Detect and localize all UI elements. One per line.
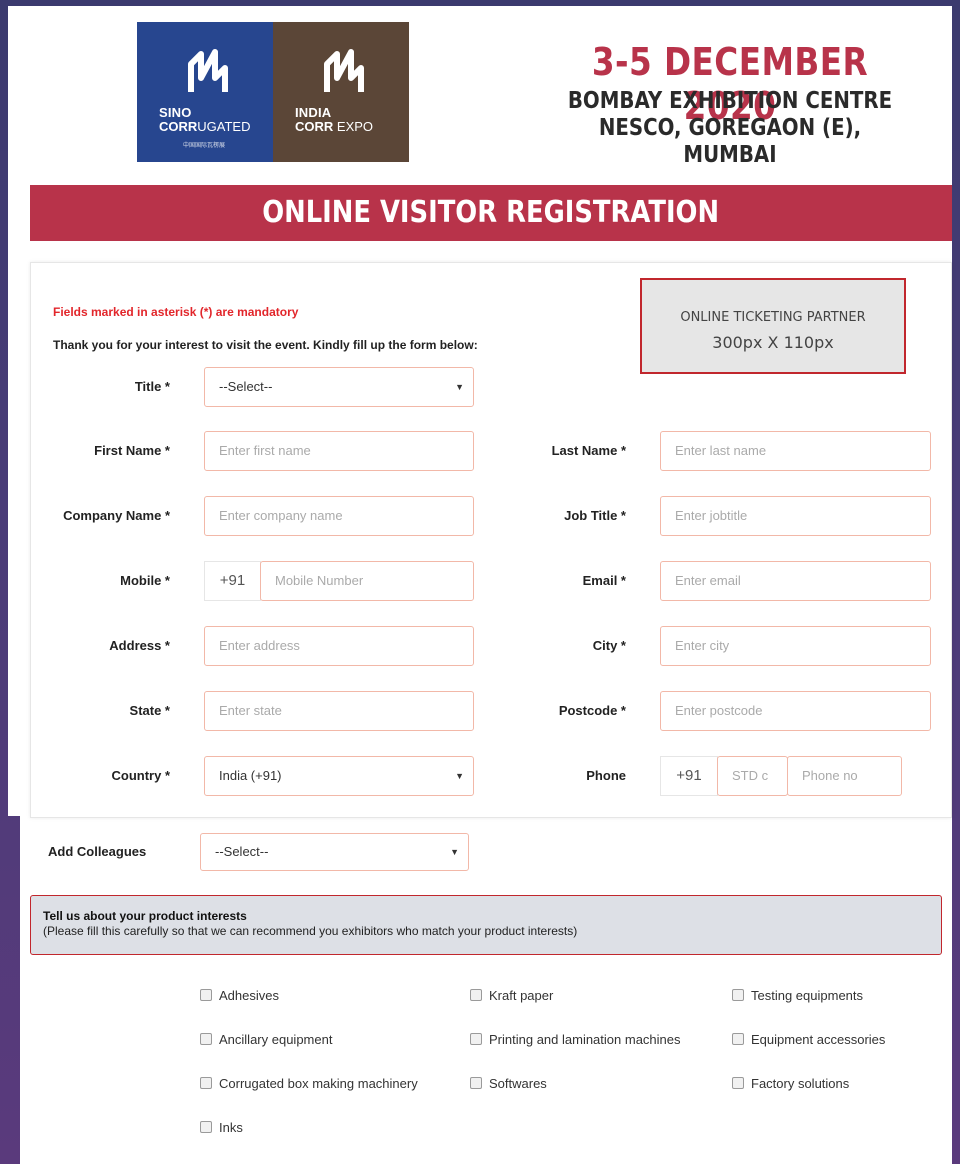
interests-title: Tell us about your product interests bbox=[43, 909, 247, 923]
india-logo-mark-icon bbox=[324, 49, 364, 92]
interest-checkbox-ancillary-equipment[interactable]: Ancillary equipment bbox=[200, 1031, 332, 1049]
india-corr-expo-logo: INDIA CORR EXPO bbox=[273, 22, 409, 162]
add-colleagues-label: Add Colleagues bbox=[48, 844, 147, 859]
checkbox-box[interactable] bbox=[200, 1121, 212, 1133]
checkbox-box[interactable] bbox=[732, 1077, 744, 1089]
partner-size: 300px X 110px bbox=[712, 333, 834, 352]
venue-line-1: BOMBAY EXHIBITION CENTRE bbox=[567, 88, 893, 114]
checkbox-box[interactable] bbox=[470, 1077, 482, 1089]
product-interests-header: Tell us about your product interests (Pl… bbox=[30, 895, 942, 955]
country-select[interactable]: India (+91) bbox=[204, 756, 474, 796]
title-select[interactable]: --Select-- bbox=[204, 367, 474, 407]
sino-corrugated-logo: SINO CORRUGATED 中国国际瓦楞展 bbox=[137, 22, 273, 162]
state-label: State * bbox=[129, 703, 170, 718]
job-title-label: Job Title * bbox=[564, 508, 626, 523]
phone-number-input[interactable]: Phone no bbox=[787, 756, 902, 796]
city-label: City * bbox=[592, 638, 626, 653]
checkbox-box[interactable] bbox=[732, 989, 744, 1001]
city-input[interactable]: Enter city bbox=[660, 626, 931, 666]
phone-label: Phone bbox=[586, 768, 626, 783]
phone-country-code: +91 bbox=[660, 756, 718, 796]
address-label: Address * bbox=[109, 638, 170, 653]
interest-checkbox-adhesives[interactable]: Adhesives bbox=[200, 987, 279, 1005]
postcode-label: Postcode * bbox=[558, 703, 626, 718]
logo-india-line2: CORR EXPO bbox=[295, 119, 374, 134]
last-name-label: Last Name * bbox=[551, 443, 626, 458]
partner-title: ONLINE TICKETING PARTNER bbox=[680, 310, 866, 325]
email-input[interactable]: Enter email bbox=[660, 561, 931, 601]
event-venue: BOMBAY EXHIBITION CENTRE NESCO, GOREGAON… bbox=[549, 88, 910, 169]
checkbox-box[interactable] bbox=[200, 1033, 212, 1045]
mobile-country-code: +91 bbox=[204, 561, 261, 601]
sino-logo-mark-icon bbox=[188, 49, 228, 92]
checkbox-box[interactable] bbox=[470, 1033, 482, 1045]
interest-checkbox-equipment-accessories[interactable]: Equipment accessories bbox=[732, 1031, 885, 1049]
company-name-input[interactable]: Enter company name bbox=[204, 496, 474, 536]
mobile-label: Mobile * bbox=[120, 573, 170, 588]
mobile-input[interactable]: Mobile Number bbox=[260, 561, 474, 601]
mandatory-note: Fields marked in asterisk (*) are mandat… bbox=[53, 305, 299, 319]
phone-std-input[interactable]: STD c bbox=[717, 756, 788, 796]
title-label: Title * bbox=[134, 379, 170, 394]
interest-checkbox-inks[interactable]: Inks bbox=[200, 1119, 243, 1137]
interest-checkbox-factory-solutions[interactable]: Factory solutions bbox=[732, 1075, 849, 1093]
country-label: Country * bbox=[111, 768, 171, 783]
interest-checkbox-corrugated-box-machinery[interactable]: Corrugated box making machinery bbox=[200, 1075, 418, 1093]
logo-india-line1: INDIA bbox=[295, 105, 332, 120]
registration-banner: ONLINE VISITOR REGISTRATION bbox=[30, 185, 952, 241]
interests-subtitle: (Please fill this carefully so that we c… bbox=[43, 924, 578, 938]
ticketing-partner-placeholder: ONLINE TICKETING PARTNER 300px X 110px bbox=[640, 278, 906, 374]
interest-checkbox-kraft-paper[interactable]: Kraft paper bbox=[470, 987, 553, 1005]
interest-checkbox-testing-equipments[interactable]: Testing equipments bbox=[732, 987, 863, 1005]
venue-line-2: NESCO, GOREGAON (E), MUMBAI bbox=[598, 115, 862, 168]
interest-checkbox-softwares[interactable]: Softwares bbox=[470, 1075, 547, 1093]
first-name-label: First Name * bbox=[94, 443, 170, 458]
company-name-label: Company Name * bbox=[63, 508, 170, 523]
checkbox-box[interactable] bbox=[200, 1077, 212, 1089]
postcode-input[interactable]: Enter postcode bbox=[660, 691, 931, 731]
interest-checkbox-printing-lamination[interactable]: Printing and lamination machines bbox=[470, 1031, 681, 1049]
form-intro: Thank you for your interest to visit the… bbox=[53, 338, 478, 352]
state-input[interactable]: Enter state bbox=[204, 691, 474, 731]
first-name-input[interactable]: Enter first name bbox=[204, 431, 474, 471]
job-title-input[interactable]: Enter jobtitle bbox=[660, 496, 931, 536]
banner-title: ONLINE VISITOR REGISTRATION bbox=[262, 195, 720, 230]
add-colleagues-select[interactable]: --Select-- bbox=[200, 833, 469, 871]
logo-sino-line2: CORRUGATED bbox=[159, 119, 251, 134]
email-label: Email * bbox=[582, 573, 626, 588]
checkbox-box[interactable] bbox=[470, 989, 482, 1001]
address-input[interactable]: Enter address bbox=[204, 626, 474, 666]
logo-sino-line1: SINO bbox=[159, 105, 192, 120]
logo-sino-line3: 中国国际瓦楞展 bbox=[183, 143, 226, 149]
checkbox-box[interactable] bbox=[200, 989, 212, 1001]
checkbox-box[interactable] bbox=[732, 1033, 744, 1045]
last-name-input[interactable]: Enter last name bbox=[660, 431, 931, 471]
